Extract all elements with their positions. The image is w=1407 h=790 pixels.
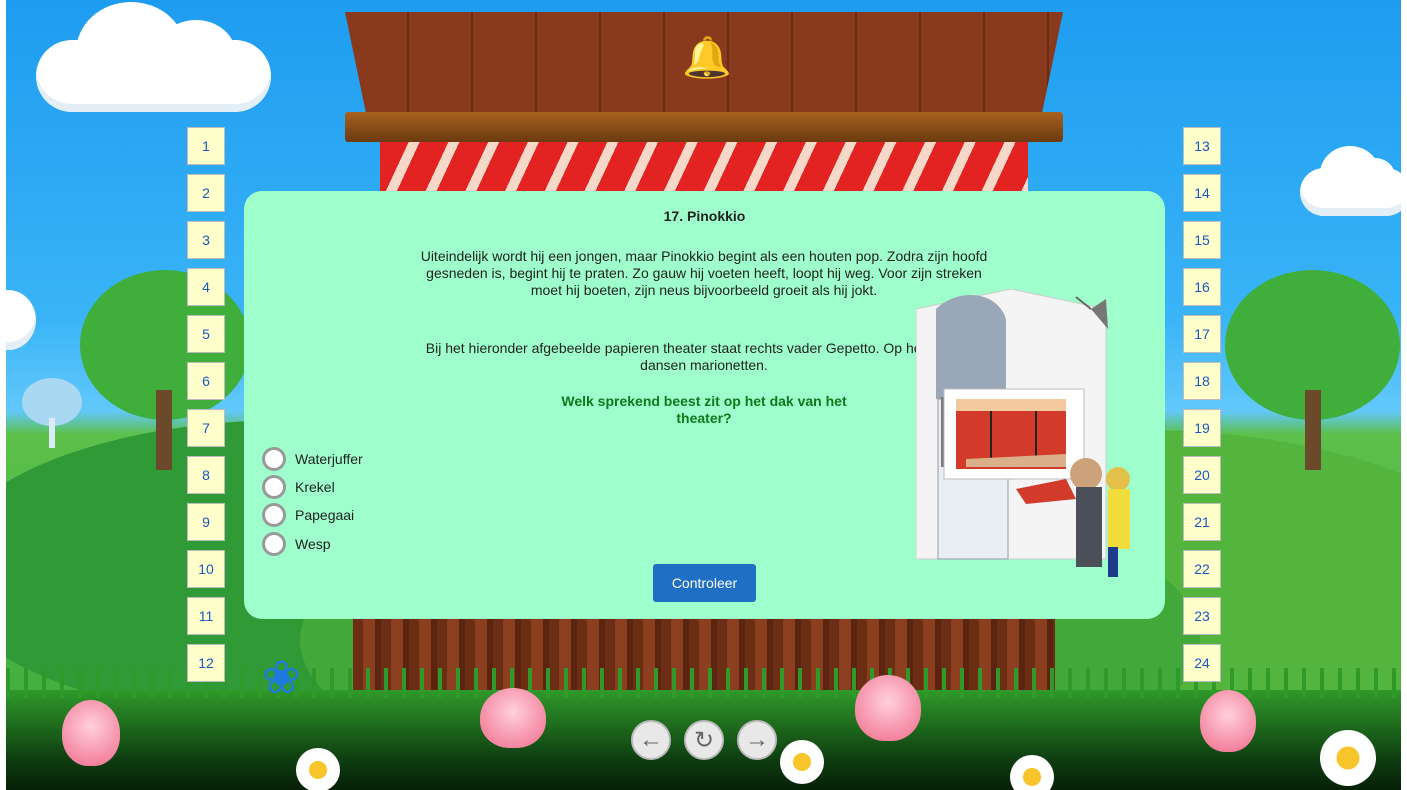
question-number-button[interactable]: 19 (1183, 409, 1221, 447)
cloud (36, 2, 271, 112)
question-title: 17. Pinokkio (663, 208, 746, 224)
answer-option-label: Krekel (295, 479, 335, 495)
question-number-button[interactable]: 1 (187, 127, 225, 165)
question-number-button[interactable]: 16 (1183, 268, 1221, 306)
question-number-button[interactable]: 7 (187, 409, 225, 447)
question-number-button[interactable]: 22 (1183, 550, 1221, 588)
radio-button[interactable] (262, 475, 286, 499)
question-number-button[interactable]: 3 (187, 221, 225, 259)
check-button[interactable]: Controleer (653, 564, 756, 602)
tulip-flower (855, 675, 921, 741)
tree (1225, 270, 1405, 470)
paper-theatre-illustration (916, 289, 1152, 589)
radio-button[interactable] (262, 447, 286, 471)
question-number-button[interactable]: 12 (187, 644, 225, 682)
arrow-right-icon: → (745, 726, 769, 753)
left-edge (0, 0, 6, 790)
answer-option-label: Wesp (295, 536, 331, 552)
question-number-button[interactable]: 15 (1183, 221, 1221, 259)
question-number-button[interactable]: 14 (1183, 174, 1221, 212)
tree (22, 378, 84, 448)
question-panel: 17. Pinokkio Uiteindelijk wordt hij een … (244, 191, 1165, 619)
daisy-flower (780, 740, 824, 784)
question-number-button[interactable]: 2 (187, 174, 225, 212)
reset-button[interactable]: ↻ (684, 720, 724, 760)
answer-option-label: Waterjuffer (295, 451, 363, 467)
question-number-button[interactable]: 9 (187, 503, 225, 541)
question-number-button[interactable]: 4 (187, 268, 225, 306)
radio-button[interactable] (262, 532, 286, 556)
question-number-button[interactable]: 10 (187, 550, 225, 588)
reset-icon: ↻ (693, 726, 715, 754)
right-edge (1401, 0, 1407, 790)
tulip-flower (1200, 690, 1256, 752)
question-text: Bij het hieronder afgebeelde papieren th… (425, 340, 983, 373)
next-button[interactable]: → (737, 720, 777, 760)
question-number-button[interactable]: 5 (187, 315, 225, 353)
answer-option[interactable]: Wesp (262, 530, 331, 558)
question-number-button[interactable]: 24 (1183, 644, 1221, 682)
question-number-button[interactable]: 17 (1183, 315, 1221, 353)
question-number-button[interactable]: 21 (1183, 503, 1221, 541)
question-prompt: Welk sprekend beest zit op het dak van h… (561, 393, 847, 426)
question-number-button[interactable]: 20 (1183, 456, 1221, 494)
theatre-ledge (345, 112, 1063, 142)
answer-option[interactable]: Waterjuffer (262, 445, 363, 473)
butterfly-icon: ❀ (262, 651, 301, 703)
question-number-button[interactable]: 6 (187, 362, 225, 400)
radio-button[interactable] (262, 503, 286, 527)
question-number-button[interactable]: 8 (187, 456, 225, 494)
answer-option[interactable]: Papegaai (262, 501, 354, 529)
daisy-flower (296, 748, 340, 790)
answer-option-label: Papegaai (295, 507, 355, 523)
question-number-button[interactable]: 18 (1183, 362, 1221, 400)
answer-option[interactable]: Krekel (262, 473, 335, 501)
question-number-button[interactable]: 13 (1183, 127, 1221, 165)
tulip-flower (62, 700, 120, 766)
question-number-button[interactable]: 23 (1183, 597, 1221, 635)
daisy-flower (1320, 730, 1376, 786)
cloud (1300, 146, 1407, 216)
arrow-left-icon: ← (639, 726, 663, 753)
question-number-button[interactable]: 11 (187, 597, 225, 635)
question-text: Uiteindelijk wordt hij een jongen, maar … (420, 248, 988, 298)
tulip-flower (480, 688, 546, 748)
previous-button[interactable]: ← (631, 720, 671, 760)
bell-icon: 🔔 (682, 36, 732, 80)
